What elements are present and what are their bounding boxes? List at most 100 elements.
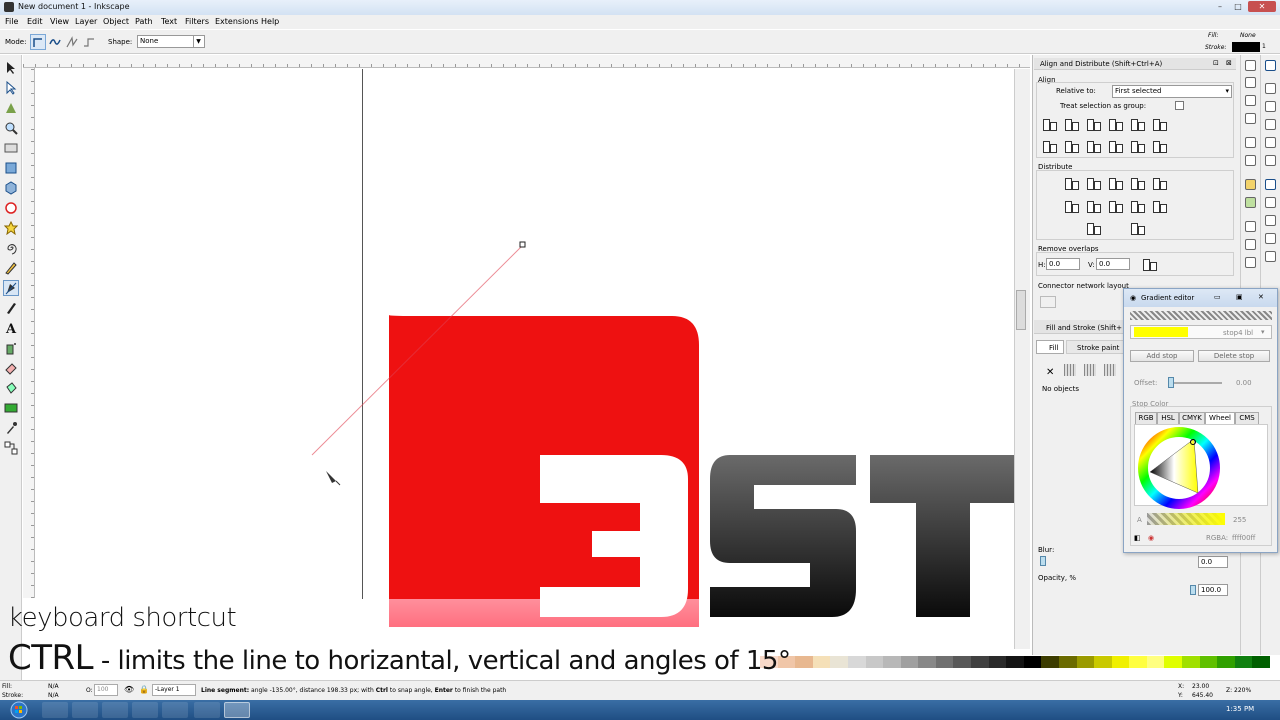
paint-bucket-tool-icon[interactable] — [4, 381, 18, 395]
snap-intersections-icon[interactable] — [1265, 215, 1276, 226]
node-tool-icon[interactable] — [4, 81, 18, 95]
menu-filters[interactable]: Filters — [185, 17, 209, 26]
align-top-sides-button[interactable] — [1128, 138, 1146, 154]
eraser-tool-icon[interactable] — [4, 361, 18, 375]
offset-slider[interactable] — [1168, 377, 1174, 388]
taskbar-ie-icon[interactable] — [42, 702, 68, 718]
paste-icon[interactable] — [1245, 239, 1256, 250]
taskbar-app-icon[interactable] — [194, 702, 220, 718]
drawing-canvas[interactable] — [36, 69, 1014, 649]
menu-help[interactable]: Help — [261, 17, 279, 26]
snap-toggle-icon[interactable] — [1265, 60, 1276, 71]
taskbar-folder-icon[interactable] — [162, 702, 188, 718]
distribute-bottom-button[interactable] — [1106, 198, 1124, 214]
mode-paraxial-button[interactable] — [81, 34, 97, 50]
no-paint-icon[interactable]: ✕ — [1046, 367, 1054, 378]
palette-swatch[interactable] — [1111, 656, 1130, 668]
ellipse-tool-icon[interactable] — [4, 201, 18, 215]
shape-select[interactable]: None ▼ — [137, 35, 205, 48]
pencil-tool-icon[interactable] — [4, 261, 18, 275]
panel-close-icon[interactable]: ⊠ — [1226, 59, 1232, 67]
3d-box-tool-icon[interactable] — [4, 181, 18, 195]
text-tool-icon[interactable]: A — [4, 321, 18, 335]
color-wheel[interactable] — [1136, 426, 1224, 510]
blur-input[interactable]: 0.0 — [1198, 556, 1228, 568]
treat-as-group-checkbox[interactable] — [1175, 101, 1184, 110]
zoom-value[interactable]: 220% — [1234, 687, 1251, 694]
menu-layer[interactable]: Layer — [75, 17, 97, 26]
redo-icon[interactable] — [1245, 197, 1256, 208]
palette-swatch[interactable] — [1006, 656, 1025, 668]
gradient-tool-icon[interactable] — [4, 401, 18, 415]
palette-swatch[interactable] — [830, 656, 849, 668]
copy-icon[interactable] — [1245, 221, 1256, 232]
palette-swatch[interactable] — [935, 656, 954, 668]
palette-swatch[interactable] — [1217, 656, 1236, 668]
align-bottom-sides-button[interactable] — [1106, 138, 1124, 154]
calligraphy-tool-icon[interactable] — [4, 301, 18, 315]
snap-cusp-nodes-icon[interactable] — [1265, 233, 1276, 244]
snap-paths-icon[interactable] — [1265, 197, 1276, 208]
palette-swatch[interactable] — [1129, 656, 1148, 668]
palette-swatch[interactable] — [812, 656, 831, 668]
palette-swatch[interactable] — [971, 656, 990, 668]
palette-swatch[interactable] — [900, 656, 919, 668]
center-vertical-axis-button[interactable] — [1084, 116, 1102, 132]
align-right-sides-button[interactable] — [1106, 116, 1124, 132]
palette-swatch[interactable] — [1252, 656, 1271, 668]
selector-tool-icon[interactable] — [4, 61, 18, 75]
pen-tool-icon[interactable] — [3, 280, 19, 296]
distribute-gaps-v-button[interactable] — [1128, 198, 1146, 214]
delete-stop-button[interactable]: Delete stop — [1198, 350, 1270, 362]
stroke-indicator-swatch[interactable] — [1232, 42, 1260, 52]
tab-fill[interactable]: Fill — [1036, 340, 1064, 354]
mode-bezier-button[interactable] — [30, 34, 46, 50]
panel-float-icon[interactable]: ⊡ — [1213, 59, 1219, 67]
palette-swatch[interactable] — [1164, 656, 1183, 668]
snap-smooth-nodes-icon[interactable] — [1265, 251, 1276, 262]
taskbar-media-icon[interactable] — [102, 702, 128, 718]
alpha-slider[interactable] — [1147, 513, 1225, 525]
palette-swatch[interactable] — [865, 656, 884, 668]
menu-text[interactable]: Text — [161, 17, 177, 26]
vertical-ruler[interactable] — [23, 68, 35, 598]
star-tool-icon[interactable] — [4, 221, 18, 235]
opacity-input[interactable]: 100.0 — [1198, 584, 1228, 596]
center-horizontal-axis-button[interactable] — [1084, 138, 1102, 154]
align-left-edges-button[interactable] — [1128, 116, 1146, 132]
zoom-selection-icon[interactable] — [1245, 257, 1256, 268]
minimize-button[interactable]: – — [1212, 1, 1228, 12]
palette-swatch[interactable] — [1076, 656, 1095, 668]
align-top-edges-button[interactable] — [1062, 138, 1080, 154]
status-opacity-input[interactable]: 100 — [94, 684, 118, 696]
connector-tool-icon[interactable] — [4, 441, 18, 455]
palette-swatch[interactable] — [883, 656, 902, 668]
palette-swatch[interactable] — [1094, 656, 1113, 668]
distribute-baseline-h-button[interactable] — [1150, 175, 1168, 191]
dropper-tool-icon[interactable] — [4, 421, 18, 435]
palette-swatch[interactable] — [953, 656, 972, 668]
palette-swatch[interactable] — [847, 656, 866, 668]
blur-slider[interactable] — [1040, 556, 1046, 566]
linear-gradient-icon[interactable] — [1084, 364, 1096, 376]
save-icon[interactable] — [1245, 95, 1256, 106]
distribute-baseline-v-button[interactable] — [1150, 198, 1168, 214]
align-text-baseline-button[interactable] — [1150, 138, 1168, 154]
snap-midpoints-icon[interactable] — [1265, 137, 1276, 148]
h-gap-input[interactable]: 0.0 — [1046, 258, 1080, 270]
align-right-edges-button[interactable] — [1040, 116, 1058, 132]
relative-to-select[interactable]: First selected ▾ — [1112, 85, 1232, 98]
logo-letter-t[interactable] — [870, 455, 1014, 617]
distribute-right-button[interactable] — [1106, 175, 1124, 191]
palette-swatch[interactable] — [795, 656, 814, 668]
remove-overlaps-button[interactable] — [1140, 256, 1158, 272]
spray-tool-icon[interactable] — [4, 341, 18, 355]
v-gap-input[interactable]: 0.0 — [1096, 258, 1130, 270]
opacity-slider[interactable] — [1190, 585, 1196, 595]
snap-centers-icon[interactable] — [1265, 155, 1276, 166]
mode-spiro-button[interactable] — [47, 34, 63, 50]
align-baseline-button[interactable] — [1150, 116, 1168, 132]
taskbar-chrome-icon[interactable] — [132, 702, 158, 718]
horizontal-ruler[interactable] — [23, 55, 1030, 68]
palette-swatch[interactable] — [1234, 656, 1253, 668]
